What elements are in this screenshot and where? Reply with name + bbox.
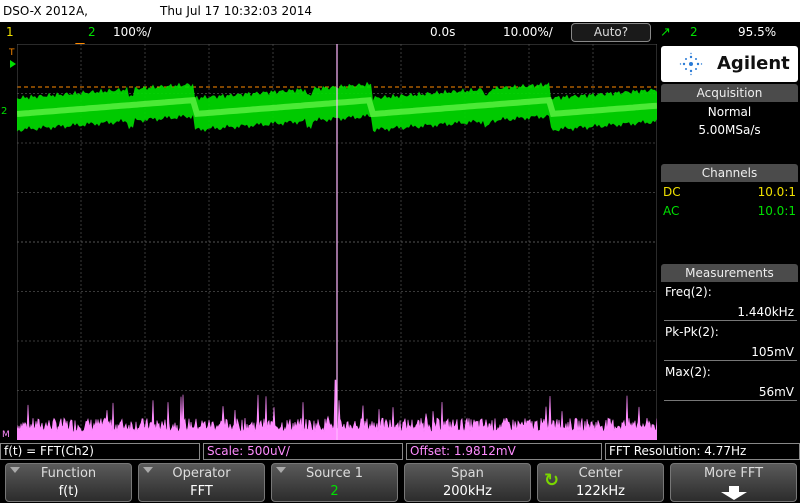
meas-pkpk-value: 105mV (751, 345, 794, 359)
side-panel: Agilent Acquisition Normal 5.00MSa/s Cha… (659, 44, 800, 440)
acq-mode: Normal (707, 105, 752, 119)
fft-resolution-status: FFT Resolution: 4.77Hz (605, 443, 800, 460)
trigger-edge-icon: ↗ (660, 25, 671, 40)
ch2-marker[interactable]: 2 (1, 106, 7, 117)
ch1-label[interactable]: 1 (6, 25, 14, 39)
ch2-probe: 10.0:1 (757, 204, 796, 218)
meas-freq-label: Freq(2): (665, 285, 712, 299)
math-marker[interactable]: M (2, 430, 10, 440)
ch2-label[interactable]: 2 (88, 25, 96, 39)
t-marker: T (9, 48, 15, 58)
acq-rate: 5.00MSa/s (698, 123, 761, 137)
ch1-probe: 10.0:1 (757, 185, 796, 199)
meas-freq-value: 1.440kHz (737, 305, 794, 319)
ch2-coupling: AC (663, 204, 680, 218)
meas-max-value: 56mV (758, 385, 794, 399)
datetime-label: Thu Jul 17 10:32:03 2014 (160, 4, 312, 18)
channels-header[interactable]: Channels (661, 164, 798, 182)
math-offset-status: Offset: 1.9812mV (406, 443, 602, 460)
more-fft-softkey[interactable]: More FFT (670, 463, 797, 502)
status-bar: f(t) = FFT(Ch2) Scale: 500uV/ Offset: 1.… (0, 443, 800, 460)
math-function-status: f(t) = FFT(Ch2) (0, 443, 200, 460)
measurements-header[interactable]: Measurements (661, 264, 798, 282)
brand-name: Agilent (717, 53, 790, 74)
down-arrow-icon (721, 486, 747, 500)
trigger-source: 2 (690, 25, 698, 39)
trigger-mode-button[interactable]: Auto? (571, 23, 651, 42)
meas-divider (664, 360, 797, 361)
meas-divider (664, 320, 797, 321)
meas-pkpk-label: Pk-Pk(2): (665, 325, 719, 339)
ch1-ground-marker[interactable] (10, 60, 16, 68)
source1-softkey[interactable]: Source 1 2 (271, 463, 398, 502)
center-softkey[interactable]: ↻ Center 122kHz (537, 463, 664, 502)
header-bar: 1 2 100%/ 0.0s 10.00%/ Auto? ↗ 2 95.5% (0, 22, 800, 42)
operator-softkey[interactable]: Operator FFT (138, 463, 265, 502)
timebase-label: 10.00%/ (503, 25, 553, 39)
function-softkey[interactable]: Function f(t) (5, 463, 132, 502)
ch2-scale: 100%/ (113, 25, 152, 39)
waveform-display[interactable] (17, 44, 657, 440)
acquisition-header[interactable]: Acquisition (661, 84, 798, 102)
brand-logo: Agilent (661, 46, 798, 82)
title-bar: DSO-X 2012A, Thu Jul 17 10:32:03 2014 (0, 0, 800, 22)
ch1-coupling: DC (663, 185, 681, 199)
trigger-level: 95.5% (738, 25, 777, 39)
agilent-spark-icon (679, 52, 703, 76)
softkey-bar: Function f(t) Operator FFT Source 1 2 Sp… (0, 462, 800, 503)
meas-divider (664, 400, 797, 401)
span-softkey[interactable]: Span 200kHz (404, 463, 531, 502)
meas-max-label: Max(2): (665, 365, 711, 379)
delay-label: 0.0s (430, 25, 456, 39)
model-label: DSO-X 2012A, (3, 4, 88, 18)
math-scale-status: Scale: 500uV/ (203, 443, 403, 460)
